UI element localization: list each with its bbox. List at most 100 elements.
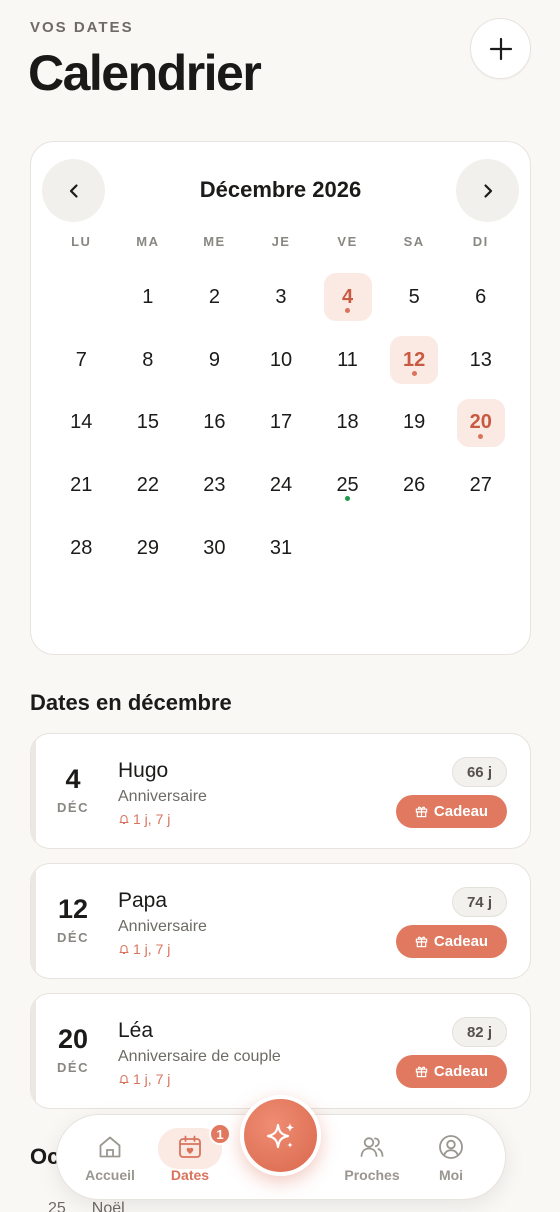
weekday-label: LU <box>71 234 92 249</box>
calendar-day[interactable]: 26 <box>381 454 448 517</box>
calendar-day[interactable]: 1 <box>115 266 182 329</box>
weekday-label: ME <box>203 234 226 249</box>
event-month: DÉC <box>57 930 89 945</box>
day-grid: 1 2 3 4 5 6 7 8 9 10 11 12 13 14 15 16 17 18 19 20 21 22 23 24 2… <box>48 266 514 579</box>
event-reminder-text: 1 j, 7 j <box>133 941 171 957</box>
day-number: 9 <box>208 348 220 371</box>
weekday-label: DI <box>472 234 489 249</box>
calendar-day-number: 8 <box>124 336 172 384</box>
calendar-day[interactable]: 13 <box>447 329 514 392</box>
day-number: 1 <box>142 285 154 308</box>
calendar-day[interactable]: 12 <box>381 329 448 392</box>
calendar-day-number: 22 <box>124 461 172 509</box>
weekday-label: SA <box>403 234 425 249</box>
next-month-button[interactable] <box>456 159 519 222</box>
nav-profile[interactable]: Moi <box>413 1133 489 1183</box>
calendar-day[interactable]: 7 <box>48 329 115 392</box>
event-person-name: Papa <box>118 889 168 912</box>
holiday-dot <box>345 496 351 502</box>
event-reminder-text: 1 j, 7 j <box>133 811 171 827</box>
calendar-day-number: 30 <box>190 524 238 572</box>
calendar-day[interactable]: 22 <box>115 454 182 517</box>
gift-button[interactable]: Cadeau <box>396 925 507 958</box>
calendar-day-number: 24 <box>257 461 305 509</box>
calendar-day[interactable]: 14 <box>48 391 115 454</box>
calendar-day[interactable]: 4 <box>314 266 381 329</box>
ai-suggestion-button[interactable] <box>240 1095 321 1176</box>
event-type: Anniversaire <box>118 918 207 935</box>
day-number: 27 <box>469 473 492 496</box>
calendar-day-number: 15 <box>124 399 172 447</box>
event-type: Anniversaire <box>118 788 207 805</box>
calendar-day-number: 2 <box>190 273 238 321</box>
calendar-day[interactable]: 5 <box>381 266 448 329</box>
calendar-day[interactable]: 29 <box>115 517 182 580</box>
countdown-badge: 82 j <box>451 1017 507 1047</box>
gift-button[interactable]: Cadeau <box>396 1055 507 1088</box>
nav-home[interactable]: Accueil <box>72 1133 148 1183</box>
weekday-header: LU MA ME JE VE SA DI <box>48 234 514 249</box>
calendar-day[interactable]: 15 <box>115 391 182 454</box>
calendar-day-number: 7 <box>57 336 105 384</box>
calendar-day[interactable]: 20 <box>447 391 514 454</box>
event-card[interactable]: 12 DÉC Papa Anniversaire 1 j, 7 j 74 j C… <box>30 863 531 979</box>
calendar-day[interactable]: 24 <box>248 454 315 517</box>
holiday-row[interactable]: 25 Noël <box>48 1200 125 1212</box>
event-reminder: 1 j, 7 j <box>118 941 170 957</box>
event-type: Anniversaire de couple <box>118 1048 281 1065</box>
day-number: 13 <box>469 348 492 371</box>
calendar-day-number: 1 <box>124 273 172 321</box>
calendar-day-event: 20 <box>456 398 505 447</box>
calendar-day-number: 6 <box>457 273 505 321</box>
calendar-day[interactable]: 27 <box>447 454 514 517</box>
calendar-day[interactable]: 2 <box>181 266 248 329</box>
event-day: 12 <box>57 894 89 924</box>
calendar-day[interactable]: 3 <box>248 266 315 329</box>
calendar-day-number: 3 <box>257 273 305 321</box>
event-reminder: 1 j, 7 j <box>118 811 170 827</box>
event-reminder-text: 1 j, 7 j <box>133 1071 171 1087</box>
weekday-label: JE <box>271 234 291 249</box>
event-card[interactable]: 4 DÉC Hugo Anniversaire 1 j, 7 j 66 j Ca… <box>30 733 531 849</box>
day-number: 17 <box>269 411 293 434</box>
calendar-day[interactable]: 23 <box>181 454 248 517</box>
page-eyebrow: VOS DATES <box>30 19 134 36</box>
calendar-day[interactable]: 19 <box>381 391 448 454</box>
plus-icon <box>489 37 512 60</box>
calendar-day-number: 17 <box>257 399 305 447</box>
calendar-day-event: 4 <box>323 273 372 322</box>
calendar-day[interactable]: 11 <box>314 329 381 392</box>
calendar-day[interactable]: 31 <box>248 517 315 580</box>
calendar-day[interactable]: 21 <box>48 454 115 517</box>
gift-button[interactable]: Cadeau <box>396 795 507 828</box>
calendar-day[interactable]: 28 <box>48 517 115 580</box>
calendar-day-event: 12 <box>390 336 439 385</box>
event-dot <box>345 308 351 314</box>
calendar-day-number: 16 <box>190 399 238 447</box>
calendar-day[interactable]: 18 <box>314 391 381 454</box>
day-number: 29 <box>136 536 159 559</box>
day-number: 6 <box>475 285 487 308</box>
calendar-day[interactable]: 25 <box>314 454 381 517</box>
calendar-day-number: 19 <box>390 399 438 447</box>
day-number: 19 <box>403 411 426 434</box>
calendar-day[interactable]: 17 <box>248 391 315 454</box>
sparkles-icon <box>266 1122 294 1148</box>
day-number: 23 <box>203 473 226 496</box>
nav-people[interactable]: Proches <box>334 1133 410 1183</box>
calendar-day[interactable]: 8 <box>115 329 182 392</box>
calendar-day[interactable]: 9 <box>181 329 248 392</box>
day-number: 26 <box>403 473 426 496</box>
event-person-name: Léa <box>118 1019 154 1042</box>
day-number: 12 <box>403 348 426 371</box>
gift-button-label: Cadeau <box>433 803 489 820</box>
calendar-day[interactable]: 6 <box>447 266 514 329</box>
calendar-day[interactable]: 10 <box>248 329 315 392</box>
calendar-day[interactable]: 16 <box>181 391 248 454</box>
day-number: 22 <box>136 473 159 496</box>
calendar-day-number: 23 <box>190 461 238 509</box>
calendar-day[interactable]: 30 <box>181 517 248 580</box>
home-icon <box>99 1136 121 1158</box>
add-date-button[interactable] <box>470 18 531 79</box>
event-card[interactable]: 20 DÉC Léa Anniversaire de couple 1 j, 7… <box>30 993 531 1109</box>
